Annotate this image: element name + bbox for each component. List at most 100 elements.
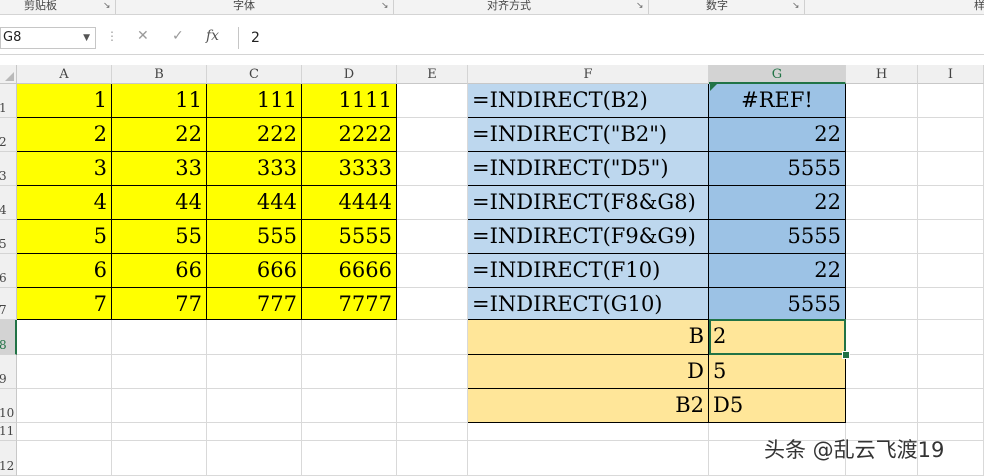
cell-a4[interactable]: 4 [17,186,112,220]
cell-a10[interactable] [17,389,112,423]
cell-a5[interactable]: 5 [17,220,112,254]
cell-f11[interactable] [468,423,709,441]
cell-b7[interactable]: 77 [112,288,207,320]
column-header-a[interactable]: A [17,65,112,84]
cell-b6[interactable]: 66 [112,254,207,288]
cell-e1[interactable] [397,84,468,118]
column-header-d[interactable]: D [302,65,397,84]
cell-f7[interactable]: =INDIRECT(G10) [468,288,709,320]
column-header-e[interactable]: E [397,65,468,84]
cell-c10[interactable] [207,389,302,423]
row-header-11[interactable]: 11 [0,423,17,441]
cell-i7[interactable] [918,288,984,320]
cell-f3[interactable]: =INDIRECT("D5") [468,152,709,186]
cell-a2[interactable]: 2 [17,118,112,152]
ribbon-group-styles[interactable]: 样 [974,0,984,13]
cell-g5[interactable]: 5555 [709,220,846,254]
row-header-9[interactable]: 9 [0,355,17,389]
formula-input[interactable]: 2 [238,27,984,49]
cell-b9[interactable] [112,355,207,389]
cell-e11[interactable] [397,423,468,441]
cell-d4[interactable]: 4444 [302,186,397,220]
row-header-3[interactable]: 3 [0,152,17,186]
column-header-c[interactable]: C [207,65,302,84]
cell-a8[interactable] [17,320,112,355]
cell-c2[interactable]: 222 [207,118,302,152]
column-header-g[interactable]: G [709,65,846,84]
ribbon-group-alignment[interactable]: 对齐方式 [487,0,531,13]
cell-f9[interactable]: D [468,355,709,389]
cell-h7[interactable] [846,288,918,320]
more-icon[interactable]: ⋮ [106,29,118,43]
column-header-f[interactable]: F [468,65,709,84]
cell-c7[interactable]: 777 [207,288,302,320]
cell-e5[interactable] [397,220,468,254]
cell-i3[interactable] [918,152,984,186]
row-header-12[interactable]: 12 [0,441,17,476]
row-header-6[interactable]: 6 [0,254,17,288]
cell-a1[interactable]: 1 [17,84,112,118]
column-header-h[interactable]: H [846,65,918,84]
cell-i8[interactable] [918,320,984,355]
row-header-7[interactable]: 7 [0,288,17,320]
cell-c3[interactable]: 333 [207,152,302,186]
cell-b10[interactable] [112,389,207,423]
cell-g7[interactable]: 5555 [709,288,846,320]
cell-g4[interactable]: 22 [709,186,846,220]
cell-b12[interactable] [112,441,207,476]
cell-i2[interactable] [918,118,984,152]
cell-i6[interactable] [918,254,984,288]
cell-h1[interactable] [846,84,918,118]
cell-c8[interactable] [207,320,302,355]
clipboard-launcher-icon[interactable]: ↘ [103,1,111,11]
cell-f1[interactable]: =INDIRECT(B2) [468,84,709,118]
cell-h8[interactable] [846,320,918,355]
cell-b1[interactable]: 11 [112,84,207,118]
cell-b8[interactable] [112,320,207,355]
ribbon-group-clipboard[interactable]: 剪贴板 [24,0,57,13]
fill-handle[interactable] [842,351,850,359]
insert-function-icon[interactable]: fx [206,28,219,44]
cell-d12[interactable] [302,441,397,476]
cell-h2[interactable] [846,118,918,152]
error-indicator-icon[interactable] [710,84,717,91]
cell-b3[interactable]: 33 [112,152,207,186]
name-box[interactable]: G8 ▼ [0,27,96,49]
cell-h4[interactable] [846,186,918,220]
select-all-button[interactable] [0,65,17,84]
cell-d11[interactable] [302,423,397,441]
row-header-5[interactable]: 5 [0,220,17,254]
cell-a12[interactable] [17,441,112,476]
cell-a6[interactable]: 6 [17,254,112,288]
cell-h9[interactable] [846,355,918,389]
cell-h6[interactable] [846,254,918,288]
row-header-10[interactable]: 10 [0,389,17,423]
cell-b2[interactable]: 22 [112,118,207,152]
cell-e3[interactable] [397,152,468,186]
row-header-2[interactable]: 2 [0,118,17,152]
cell-i5[interactable] [918,220,984,254]
cell-d1[interactable]: 1111 [302,84,397,118]
cell-c4[interactable]: 444 [207,186,302,220]
cell-d5[interactable]: 5555 [302,220,397,254]
cancel-icon[interactable]: ✕ [137,28,149,44]
chevron-down-icon[interactable]: ▼ [83,28,90,48]
cell-e2[interactable] [397,118,468,152]
cell-a9[interactable] [17,355,112,389]
cell-f4[interactable]: =INDIRECT(F8&G8) [468,186,709,220]
cell-f2[interactable]: =INDIRECT("B2") [468,118,709,152]
cell-b5[interactable]: 55 [112,220,207,254]
cell-g2[interactable]: 22 [709,118,846,152]
row-header-1[interactable]: 1 [0,84,17,118]
cell-a11[interactable] [17,423,112,441]
cell-d3[interactable]: 3333 [302,152,397,186]
alignment-launcher-icon[interactable]: ↘ [636,1,644,11]
cell-e8[interactable] [397,320,468,355]
cell-f8[interactable]: B [468,320,709,355]
cell-d10[interactable] [302,389,397,423]
cell-i10[interactable] [918,389,984,423]
cell-e9[interactable] [397,355,468,389]
cell-i1[interactable] [918,84,984,118]
cell-g1[interactable]: #REF! [709,84,846,118]
cell-e10[interactable] [397,389,468,423]
